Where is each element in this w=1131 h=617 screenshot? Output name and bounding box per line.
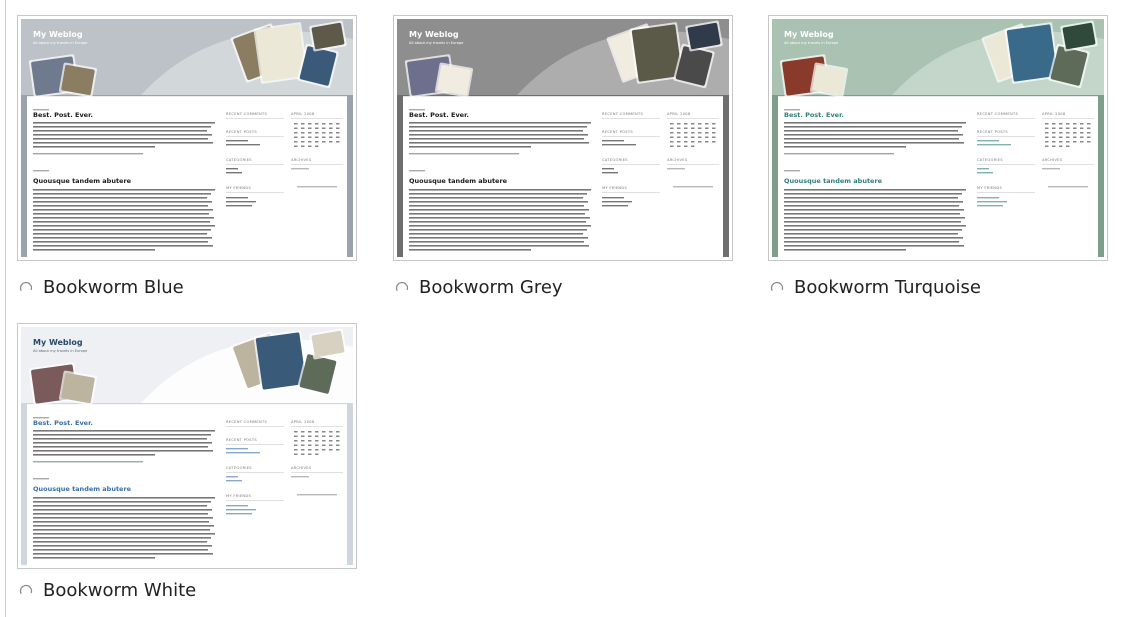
svg-text:RECENT COMMENTS: RECENT COMMENTS — [977, 112, 1018, 116]
svg-text:My Weblog: My Weblog — [409, 30, 459, 39]
svg-text:CATEGORIES: CATEGORIES — [226, 158, 252, 162]
svg-text:Best. Post. Ever.: Best. Post. Ever. — [784, 111, 844, 119]
theme-preview-image: My Weblog All about my travels in Europe B… — [21, 327, 353, 565]
svg-text:Quousque tandem abutere: Quousque tandem abutere — [33, 485, 132, 493]
svg-text:All about my travels in Europe: All about my travels in Europe — [784, 41, 839, 45]
svg-text:MY FRIENDS: MY FRIENDS — [977, 186, 1002, 190]
svg-text:RECENT POSTS: RECENT POSTS — [226, 438, 257, 442]
svg-text:RECENT COMMENTS: RECENT COMMENTS — [226, 112, 267, 116]
svg-text:APRIL 2008: APRIL 2008 — [291, 112, 315, 116]
svg-text:Best. Post. Ever.: Best. Post. Ever. — [409, 111, 469, 119]
theme-preview-image: My Weblog All about my travels in Europe B… — [772, 19, 1104, 257]
svg-text:RECENT POSTS: RECENT POSTS — [602, 130, 633, 134]
svg-text:CATEGORIES: CATEGORIES — [602, 158, 628, 162]
svg-text:RECENT COMMENTS: RECENT COMMENTS — [226, 420, 267, 424]
svg-text:MY FRIENDS: MY FRIENDS — [226, 494, 251, 498]
theme-thumbnail[interactable]: My Weblog All about my travels in Europe B… — [393, 15, 733, 261]
svg-text:Best. Post. Ever.: Best. Post. Ever. — [33, 419, 93, 427]
svg-text:MY FRIENDS: MY FRIENDS — [226, 186, 251, 190]
svg-text:All about my travels in Europe: All about my travels in Europe — [33, 349, 88, 353]
svg-text:Quousque tandem abutere: Quousque tandem abutere — [409, 177, 508, 185]
theme-label: Bookworm Turquoise — [794, 277, 981, 298]
svg-text:ARCHIVES: ARCHIVES — [291, 158, 312, 162]
theme-label: Bookworm Blue — [43, 277, 184, 298]
svg-text:All about my travels in Europe: All about my travels in Europe — [409, 41, 464, 45]
theme-radio-option[interactable]: Bookworm White — [19, 580, 196, 601]
svg-text:MY FRIENDS: MY FRIENDS — [602, 186, 627, 190]
svg-text:ARCHIVES: ARCHIVES — [667, 158, 688, 162]
radio-icon[interactable] — [770, 281, 784, 295]
svg-text:ARCHIVES: ARCHIVES — [291, 466, 312, 470]
svg-text:APRIL 2008: APRIL 2008 — [667, 112, 691, 116]
svg-text:My Weblog: My Weblog — [784, 30, 834, 39]
svg-text:CATEGORIES: CATEGORIES — [977, 158, 1003, 162]
theme-radio-option[interactable]: Bookworm Grey — [395, 277, 563, 298]
svg-text:Best. Post. Ever.: Best. Post. Ever. — [33, 111, 93, 119]
svg-text:CATEGORIES: CATEGORIES — [226, 466, 252, 470]
svg-text:RECENT POSTS: RECENT POSTS — [977, 130, 1008, 134]
radio-icon[interactable] — [395, 281, 409, 295]
theme-radio-option[interactable]: Bookworm Blue — [19, 277, 184, 298]
theme-preview-image: My Weblog All about my travels in Europe B… — [397, 19, 729, 257]
theme-thumbnail[interactable]: My Weblog All about my travels in Europe B… — [768, 15, 1108, 261]
svg-text:My Weblog: My Weblog — [33, 30, 83, 39]
radio-icon[interactable] — [19, 281, 33, 295]
theme-label: Bookworm White — [43, 580, 197, 601]
theme-label: Bookworm Grey — [419, 277, 563, 298]
radio-icon[interactable] — [19, 584, 33, 598]
svg-text:RECENT POSTS: RECENT POSTS — [226, 130, 257, 134]
theme-thumbnail[interactable]: My Weblog All about my travels in Europe B… — [17, 15, 357, 261]
svg-text:ARCHIVES: ARCHIVES — [1042, 158, 1063, 162]
svg-text:Quousque tandem abutere: Quousque tandem abutere — [784, 177, 883, 185]
theme-radio-option[interactable]: Bookworm Turquoise — [770, 277, 981, 298]
theme-preview-image: My Weblog All about my travels in Europe B… — [21, 19, 353, 257]
svg-text:All about my travels in Europe: All about my travels in Europe — [33, 41, 88, 45]
svg-text:RECENT COMMENTS: RECENT COMMENTS — [602, 112, 643, 116]
svg-text:APRIL 2008: APRIL 2008 — [1042, 112, 1066, 116]
svg-text:Quousque tandem abutere: Quousque tandem abutere — [33, 177, 132, 185]
theme-thumbnail[interactable]: My Weblog All about my travels in Europe B… — [17, 323, 357, 569]
svg-text:My Weblog: My Weblog — [33, 338, 83, 347]
left-border — [5, 0, 6, 617]
svg-text:APRIL 2008: APRIL 2008 — [291, 420, 315, 424]
